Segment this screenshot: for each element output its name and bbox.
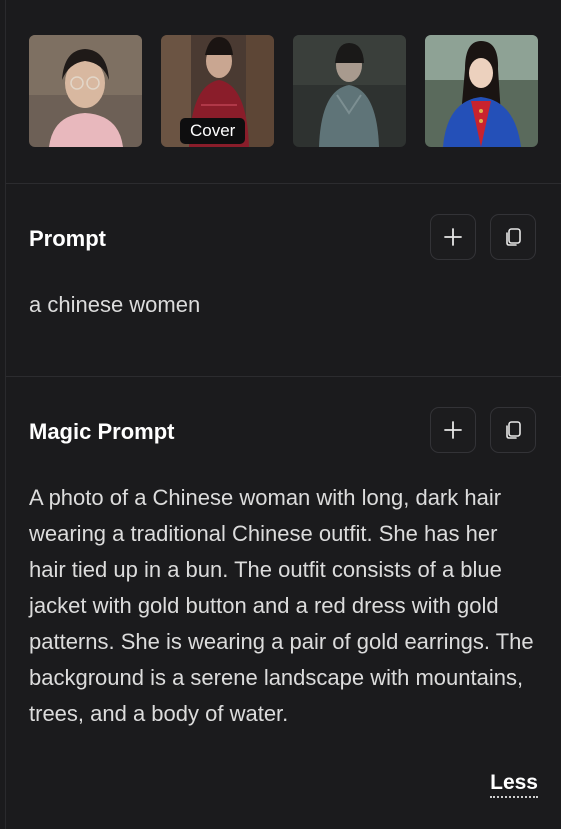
portrait-image — [425, 35, 538, 147]
show-less-button[interactable]: Less — [490, 771, 538, 798]
image-gallery: Cover — [29, 35, 539, 147]
copy-prompt-button[interactable] — [490, 214, 536, 260]
section-divider — [6, 376, 561, 377]
gallery-thumbnail-2[interactable]: Cover — [161, 35, 274, 147]
prompt-title: Prompt — [29, 226, 106, 251]
portrait-image — [293, 35, 406, 147]
section-divider — [6, 183, 561, 184]
copy-magic-prompt-button[interactable] — [490, 407, 536, 453]
gallery-thumbnail-4[interactable] — [425, 35, 538, 147]
plus-icon — [444, 421, 462, 439]
magic-prompt-text: A photo of a Chinese woman with long, da… — [29, 485, 534, 726]
cover-badge: Cover — [180, 118, 246, 144]
plus-icon — [444, 228, 462, 246]
image-detail-panel: Cover Prompt a chinese women Magic Promp… — [5, 0, 561, 829]
gallery-thumbnail-1[interactable] — [29, 35, 142, 147]
gallery-thumbnail-3[interactable] — [293, 35, 406, 147]
add-magic-prompt-button[interactable] — [430, 407, 476, 453]
portrait-image — [29, 35, 142, 147]
magic-prompt-title: Magic Prompt — [29, 419, 175, 444]
prompt-text: a chinese women — [29, 292, 201, 317]
copy-icon — [506, 228, 521, 246]
add-prompt-button[interactable] — [430, 214, 476, 260]
copy-icon — [506, 421, 521, 439]
